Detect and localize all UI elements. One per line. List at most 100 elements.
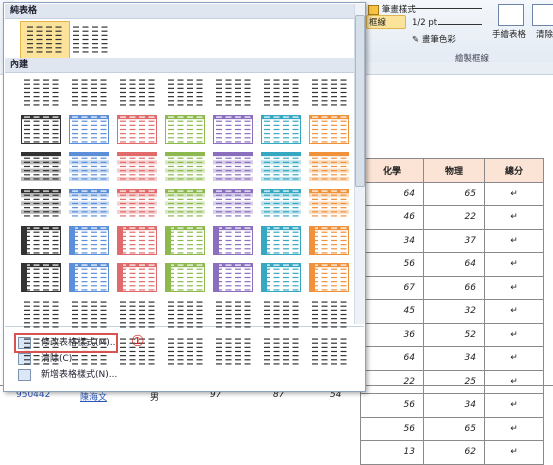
cell[interactable]: 62 — [423, 440, 485, 465]
pen-color-button[interactable]: ✎ 畫筆色彩 — [412, 33, 456, 45]
builtin-table-style[interactable] — [309, 300, 349, 329]
builtin-table-style[interactable] — [309, 78, 349, 107]
table-row: 46 22 ↵ — [360, 205, 544, 230]
builtin-table-style[interactable] — [69, 226, 109, 255]
builtin-table-style[interactable] — [213, 152, 253, 181]
builtin-table-style[interactable] — [21, 226, 61, 255]
cell[interactable]: 65 — [423, 416, 485, 441]
cell[interactable]: 22 — [423, 205, 485, 230]
builtin-table-style[interactable] — [165, 300, 205, 329]
cell[interactable]: 36 — [360, 322, 424, 347]
cell[interactable]: ↵ — [484, 181, 544, 206]
builtin-table-style[interactable] — [117, 263, 157, 292]
builtin-table-style[interactable] — [69, 152, 109, 181]
builtin-table-style[interactable] — [117, 78, 157, 107]
builtin-table-style[interactable] — [69, 189, 109, 218]
builtin-table-style[interactable] — [69, 263, 109, 292]
cell[interactable]: 13 — [360, 440, 424, 465]
builtin-table-style[interactable] — [165, 263, 205, 292]
builtin-table-style[interactable] — [117, 189, 157, 218]
builtin-table-style[interactable] — [309, 115, 349, 144]
builtin-table-style[interactable] — [261, 115, 301, 144]
cell[interactable]: 45 — [360, 299, 424, 324]
cell[interactable]: 64 — [423, 252, 485, 277]
builtin-table-style[interactable] — [21, 78, 61, 107]
cell[interactable]: 65 — [423, 181, 485, 206]
cell[interactable]: ↵ — [484, 416, 544, 441]
builtin-table-style[interactable] — [261, 189, 301, 218]
cell[interactable]: ↵ — [484, 322, 544, 347]
cell[interactable]: ↵ — [484, 205, 544, 230]
builtin-table-style[interactable] — [165, 152, 205, 181]
cell[interactable]: 32 — [423, 299, 485, 324]
builtin-table-style[interactable] — [117, 152, 157, 181]
builtin-table-style[interactable] — [261, 78, 301, 107]
builtin-table-style[interactable] — [69, 78, 109, 107]
builtin-table-style[interactable] — [69, 115, 109, 144]
builtin-table-style[interactable] — [213, 226, 253, 255]
builtin-table-style[interactable] — [165, 115, 205, 144]
border-button[interactable]: 框線 — [366, 15, 406, 29]
table-row: 45 32 ↵ — [360, 299, 544, 324]
cell[interactable]: 64 — [360, 181, 424, 206]
cell[interactable]: 52 — [423, 322, 485, 347]
builtin-table-style[interactable] — [165, 226, 205, 255]
cell[interactable]: 46 — [360, 205, 424, 230]
cell[interactable]: 67 — [360, 275, 424, 300]
builtin-table-style[interactable] — [21, 152, 61, 181]
cell[interactable]: 34 — [360, 228, 424, 253]
cell[interactable]: 66 — [423, 275, 485, 300]
cell[interactable]: 34 — [423, 346, 485, 371]
builtin-table-style[interactable] — [261, 152, 301, 181]
annotation-number: ① — [131, 332, 145, 350]
builtin-table-style[interactable] — [309, 189, 349, 218]
pen-style-button[interactable]: 筆畫樣式 — [368, 3, 416, 15]
cell[interactable]: ↵ — [484, 228, 544, 253]
cell[interactable]: 37 — [423, 228, 485, 253]
cell[interactable]: ↵ — [484, 252, 544, 277]
builtin-table-style[interactable] — [165, 189, 205, 218]
cell[interactable]: ↵ — [484, 346, 544, 371]
builtin-table-style[interactable] — [261, 300, 301, 329]
cell[interactable]: ↵ — [484, 275, 544, 300]
builtin-table-style[interactable] — [21, 115, 61, 144]
builtin-table-style[interactable] — [21, 263, 61, 292]
line-weight-sample — [438, 24, 482, 25]
builtin-table-style[interactable] — [117, 115, 157, 144]
builtin-table-style[interactable] — [213, 263, 253, 292]
cell[interactable]: ↵ — [484, 299, 544, 324]
builtin-table-style[interactable] — [309, 226, 349, 255]
builtin-table-style[interactable] — [309, 263, 349, 292]
builtin-table-style[interactable] — [309, 337, 349, 366]
builtin-table-style[interactable] — [21, 189, 61, 218]
eraser-button[interactable]: 清除 — [536, 28, 553, 40]
builtin-table-style[interactable] — [117, 300, 157, 329]
builtin-table-style[interactable] — [213, 78, 253, 107]
annotation-highlight-box — [14, 333, 118, 353]
builtin-table-style[interactable] — [309, 152, 349, 181]
new-style-item[interactable]: 新增表格樣式(N)... — [18, 367, 117, 383]
builtin-table-style[interactable] — [165, 337, 205, 366]
plain-table-grid-style[interactable] — [24, 25, 64, 54]
builtin-table-style[interactable] — [69, 300, 109, 329]
cell[interactable]: 64 — [360, 346, 424, 371]
cell[interactable]: 56 — [360, 416, 424, 441]
builtin-table-style[interactable] — [213, 300, 253, 329]
builtin-table-style[interactable] — [165, 78, 205, 107]
plain-table-style[interactable] — [70, 25, 110, 54]
builtin-table-style[interactable] — [117, 226, 157, 255]
line-weight-select[interactable]: 1/2 pt — [412, 18, 437, 28]
cell[interactable]: 56 — [360, 252, 424, 277]
builtin-table-style[interactable] — [261, 337, 301, 366]
table-row: 36 52 ↵ — [360, 322, 544, 347]
builtin-table-style[interactable] — [213, 115, 253, 144]
cell[interactable]: ↵ — [484, 440, 544, 465]
builtin-table-style[interactable] — [261, 226, 301, 255]
builtin-table-style[interactable] — [213, 189, 253, 218]
gallery-scroll-thumb[interactable] — [355, 15, 365, 187]
builtin-table-style[interactable] — [261, 263, 301, 292]
builtin-table-style[interactable] — [213, 337, 253, 366]
builtin-table-style[interactable] — [21, 300, 61, 329]
draw-table-button[interactable]: 手繪表格 — [492, 28, 526, 40]
table-header-row: 化學 物理 總分 — [360, 158, 544, 183]
